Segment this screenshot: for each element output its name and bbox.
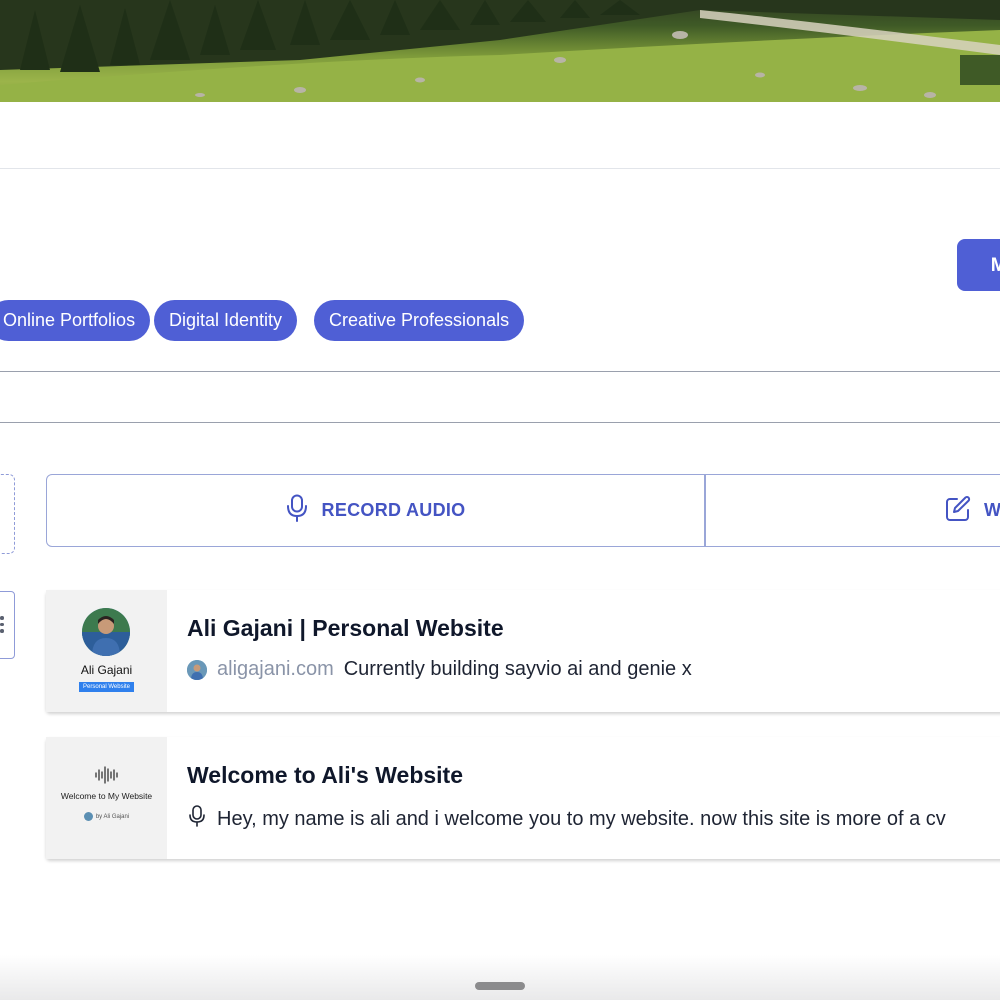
write-button[interactable]: W — [945, 475, 1000, 546]
post-description: Hey, my name is ali and i welcome you to… — [217, 807, 946, 830]
tag-online-portfolios[interactable]: Online Portfolios — [0, 300, 151, 341]
thumbnail-badge: Personal Website — [79, 682, 134, 692]
avatar — [82, 608, 130, 656]
tag-creative-professionals[interactable]: Creative Professionals — [314, 300, 525, 341]
post-subtitle: Hey, my name is ali and i welcome you to… — [187, 805, 946, 833]
write-label: W — [984, 500, 1000, 520]
post-title[interactable]: Ali Gajani | Personal Website — [187, 615, 504, 642]
record-audio-button[interactable]: RECORD AUDIO — [47, 475, 704, 546]
post-title[interactable]: Welcome to Ali's Website — [187, 762, 463, 789]
post-card[interactable]: Ali Gajani Personal Website Ali Gajani |… — [46, 590, 1000, 712]
audio-wave-icon — [94, 765, 120, 790]
primary-action-button[interactable]: Ma — [957, 239, 1000, 291]
section-divider — [0, 422, 1000, 423]
bottom-fade — [0, 955, 1000, 1000]
post-card[interactable]: Welcome to My Website by Ali Gajani Welc… — [46, 737, 1000, 859]
post-thumbnail: Welcome to My Website by Ali Gajani — [46, 737, 167, 859]
microphone-icon — [286, 494, 308, 527]
section-divider — [0, 371, 1000, 372]
microphone-icon — [187, 805, 207, 833]
drag-handle-icon[interactable] — [0, 616, 4, 636]
tag-digital-identity[interactable]: Digital Identity — [154, 300, 298, 341]
thumbnail-name: Ali Gajani — [80, 663, 133, 677]
post-description: Currently building sayvio ai and genie x — [343, 658, 692, 680]
action-divider — [704, 474, 706, 547]
post-domain[interactable]: aligajani.com — [217, 658, 334, 681]
banner-image — [0, 0, 1000, 102]
add-item-dropzone[interactable] — [0, 474, 15, 554]
home-indicator[interactable] — [475, 982, 525, 990]
record-audio-label: RECORD AUDIO — [321, 500, 466, 520]
section-divider — [0, 168, 1000, 169]
thumbnail-author-label: by Ali Gajani — [95, 813, 130, 820]
post-subtitle: aligajani.com Currently building sayvio … — [187, 658, 692, 681]
edit-icon — [945, 495, 972, 527]
site-avatar-icon — [187, 659, 207, 680]
post-thumbnail: Ali Gajani Personal Website — [46, 590, 167, 712]
thumbnail-title: Welcome to My Website — [60, 791, 153, 801]
author-avatar-icon — [83, 812, 93, 821]
thumbnail-author: by Ali Gajani — [46, 812, 167, 821]
